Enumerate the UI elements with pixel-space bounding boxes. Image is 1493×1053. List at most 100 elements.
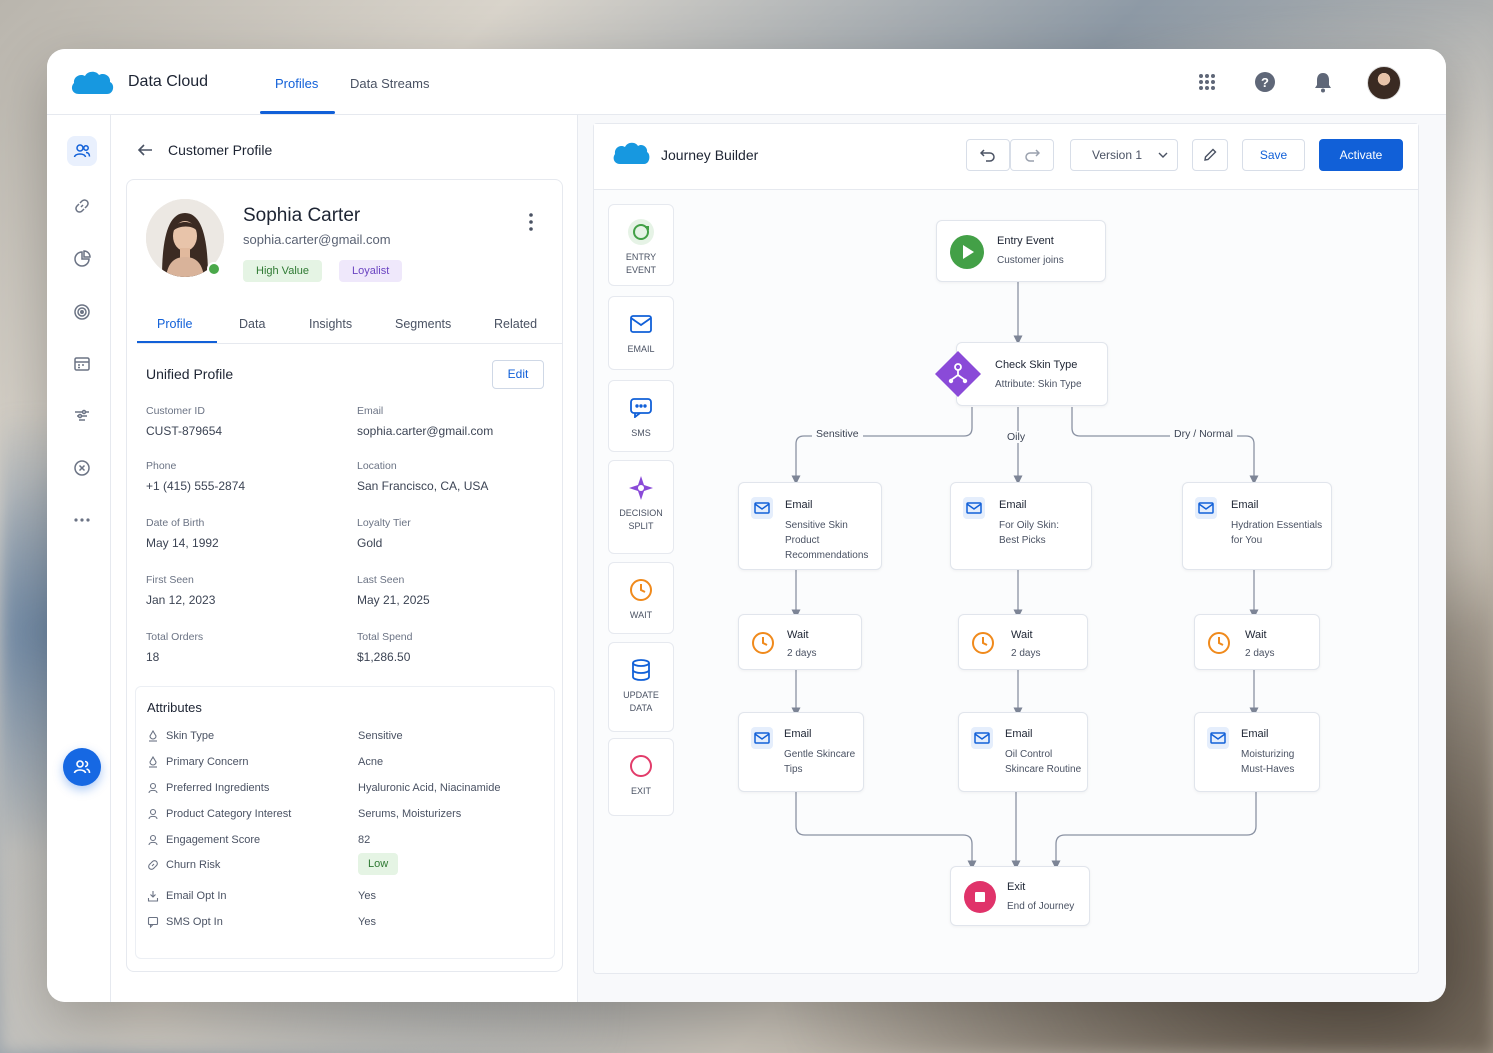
users-icon[interactable] — [67, 136, 97, 166]
engagement-icon — [148, 834, 158, 846]
email-node-gentle-tips[interactable]: Email Gentle Skincare Tips — [738, 712, 864, 792]
drop-icon — [149, 730, 157, 742]
attribute-value: Yes — [358, 916, 376, 928]
attribute-value: Hyaluronic Acid, Niacinamide — [358, 782, 501, 794]
node-title: Exit — [1007, 881, 1026, 893]
node-subtitle: Oil Control Skincare Routine — [1005, 749, 1082, 775]
email-icon — [971, 727, 993, 749]
exit-node[interactable]: Exit End of Journey — [950, 866, 1090, 926]
node-title: Check Skin Type — [995, 359, 1078, 371]
total-spend-value: $1,286.50 — [357, 650, 411, 664]
tab-data[interactable]: Data — [239, 317, 265, 331]
tab-segments[interactable]: Segments — [395, 317, 451, 331]
entry-event-node[interactable]: Entry Event Customer joins — [936, 220, 1106, 282]
nav-tab-profiles[interactable]: Profiles — [275, 76, 318, 91]
tab-profile[interactable]: Profile — [157, 317, 192, 331]
phone-value: +1 (415) 555-2874 — [146, 479, 246, 493]
contacts-fab-button[interactable] — [63, 748, 101, 786]
branch-label-oily: Oily — [1003, 431, 1030, 443]
attribute-value: Serums, Moisturizers — [358, 808, 462, 820]
dob-value: May 14, 1992 — [146, 536, 219, 550]
node-subtitle: 2 days — [1245, 648, 1275, 659]
field-label: Location — [357, 460, 397, 472]
play-icon — [950, 235, 984, 269]
field-label: Phone — [146, 460, 177, 472]
branch-label-dry-normal: Dry / Normal — [1170, 428, 1237, 440]
ingredient-icon — [148, 782, 158, 794]
sms-optin-icon — [147, 916, 159, 928]
field-label: Date of Birth — [146, 517, 205, 529]
node-title: Email — [784, 728, 812, 740]
email-icon — [963, 497, 985, 519]
node-subtitle: 2 days — [1011, 648, 1041, 659]
nav-active-indicator — [260, 111, 335, 114]
attribute-label: SMS Opt In — [166, 916, 223, 928]
node-title: Email — [1231, 499, 1259, 511]
attribute-label: Churn Risk — [166, 859, 221, 871]
clock-icon — [752, 632, 774, 654]
help-icon[interactable]: ? — [1252, 69, 1278, 95]
attributes-section: Attributes Skin Type Sensitive Primary C… — [135, 686, 555, 959]
user-avatar[interactable] — [1367, 66, 1401, 100]
email-node-oily[interactable]: Email For Oily Skin: Best Picks — [950, 482, 1092, 570]
apps-grid-icon[interactable] — [1194, 69, 1220, 95]
back-arrow-icon[interactable] — [137, 143, 153, 162]
customer-name: Sophia Carter — [243, 205, 361, 226]
more-icon[interactable] — [67, 505, 97, 535]
journey-builder-panel: Journey Builder Version 1 Save Activate … — [593, 123, 1419, 974]
link-icon[interactable] — [67, 191, 97, 221]
node-title: Entry Event — [997, 235, 1054, 247]
field-label: Customer ID — [146, 405, 205, 417]
calendar-icon[interactable] — [67, 349, 97, 379]
email-value: sophia.carter@gmail.com — [357, 424, 494, 438]
attribute-label: Preferred Ingredients — [166, 782, 270, 794]
tab-related[interactable]: Related — [494, 317, 537, 331]
customer-email: sophia.carter@gmail.com — [243, 232, 391, 247]
left-rail — [47, 115, 111, 1002]
high-value-badge: High Value — [243, 260, 322, 282]
field-label: Total Spend — [357, 631, 413, 643]
tab-active-indicator — [137, 341, 217, 343]
attribute-value: Acne — [358, 756, 384, 768]
profile-card: Sophia Carter sophia.carter@gmail.com Hi… — [126, 179, 563, 972]
field-label: Email — [357, 405, 384, 417]
node-title: Wait — [1245, 629, 1267, 641]
email-icon — [1207, 727, 1229, 749]
email-node-oil-control[interactable]: Email Oil Control Skincare Routine — [958, 712, 1088, 792]
wait-node-oily[interactable]: Wait 2 days — [958, 614, 1088, 670]
email-node-sensitive[interactable]: Email Sensitive Skin Product Recommendatio… — [738, 482, 882, 570]
loyalty-tier-value: Gold — [357, 536, 383, 550]
tab-insights[interactable]: Insights — [309, 317, 352, 331]
attribute-label: Skin Type — [166, 730, 215, 742]
wait-node-dry-normal[interactable]: Wait 2 days — [1194, 614, 1320, 670]
node-subtitle: 2 days — [787, 648, 817, 659]
filter-icon[interactable] — [67, 401, 97, 431]
churn-risk-badge: Low — [358, 853, 399, 875]
email-icon — [751, 727, 773, 749]
pie-chart-icon[interactable] — [67, 244, 97, 274]
email-node-moisturizing[interactable]: Email Moisturizing Must-Haves — [1194, 712, 1320, 792]
customer-profile-panel: Customer Profile Sophia Carter sophia.ca… — [111, 115, 578, 1002]
attribute-value: Yes — [358, 890, 376, 902]
wait-node-sensitive[interactable]: Wait 2 days — [738, 614, 862, 670]
node-subtitle: Gentle Skincare Tips — [784, 749, 856, 775]
total-orders-value: 18 — [146, 650, 160, 664]
concern-icon — [149, 756, 157, 768]
bell-icon[interactable] — [1310, 69, 1336, 95]
node-title: Email — [1005, 728, 1033, 740]
target-icon[interactable] — [67, 297, 97, 327]
edit-button[interactable]: Edit — [492, 360, 544, 389]
app-title: Data Cloud — [128, 73, 209, 90]
nav-tab-data-streams[interactable]: Data Streams — [350, 76, 429, 91]
location-value: San Francisco, CA, USA — [357, 479, 489, 493]
close-circle-icon[interactable] — [67, 453, 97, 483]
field-label: Loyalty Tier — [357, 517, 411, 529]
attributes-title: Attributes — [147, 700, 202, 715]
node-title: Wait — [1011, 629, 1033, 641]
node-title: Wait — [787, 629, 809, 641]
node-subtitle: End of Journey — [1007, 901, 1075, 912]
node-subtitle: Moisturizing Must-Haves — [1241, 749, 1295, 775]
email-node-dry-normal[interactable]: Email Hydration Essentials for You — [1182, 482, 1332, 570]
attribute-label: Product Category Interest — [166, 808, 292, 820]
more-options-icon[interactable] — [527, 212, 535, 232]
